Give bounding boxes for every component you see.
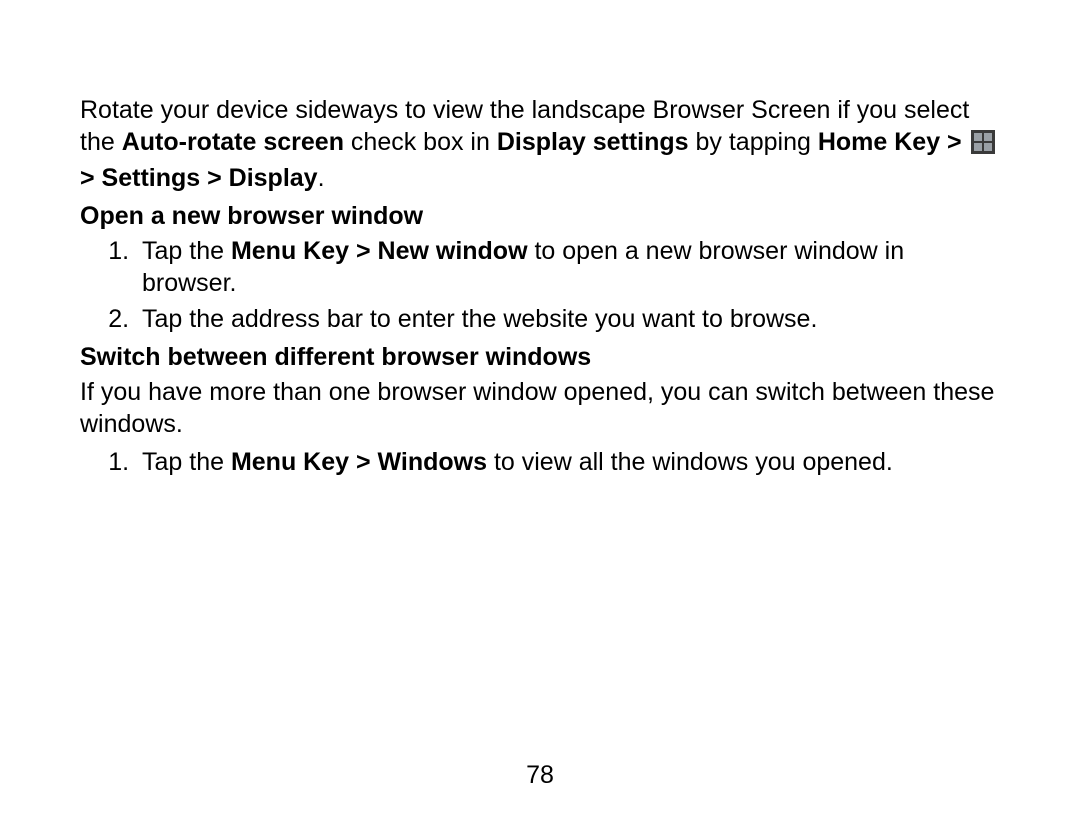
text: by tapping (689, 128, 818, 156)
bold-text-auto-rotate: Auto-rotate screen (122, 128, 344, 156)
switch-paragraph: If you have more than one browser window… (80, 376, 1000, 440)
text: Tap the address bar to enter the website… (142, 305, 817, 333)
bold-text-menu-windows: Menu Key > Windows (231, 448, 487, 476)
list-item: Tap the Menu Key > Windows to view all t… (136, 446, 1000, 478)
intro-paragraph: Rotate your device sideways to view the … (80, 94, 1000, 194)
text: Tap the (142, 237, 231, 265)
text: to view all the windows you opened. (487, 448, 893, 476)
heading-switch-windows: Switch between different browser windows (80, 343, 1000, 372)
text: check box in (344, 128, 497, 156)
text: Tap the (142, 448, 231, 476)
ordered-list-open-window: Tap the Menu Key > New window to open a … (80, 235, 1000, 335)
page-number: 78 (0, 761, 1080, 790)
bold-text-display-settings: Display settings (497, 128, 689, 156)
bold-text-home-key: Home Key > (818, 128, 969, 156)
document-page: Rotate your device sideways to view the … (0, 0, 1080, 822)
apps-grid-icon (971, 130, 995, 162)
ordered-list-switch-windows: Tap the Menu Key > Windows to view all t… (80, 446, 1000, 478)
list-item: Tap the address bar to enter the website… (136, 303, 1000, 335)
bold-text-settings-display: > Settings > Display (80, 164, 318, 192)
bold-text-menu-new-window: Menu Key > New window (231, 237, 528, 265)
heading-open-new-window: Open a new browser window (80, 202, 1000, 231)
list-item: Tap the Menu Key > New window to open a … (136, 235, 1000, 299)
text: . (318, 164, 325, 192)
